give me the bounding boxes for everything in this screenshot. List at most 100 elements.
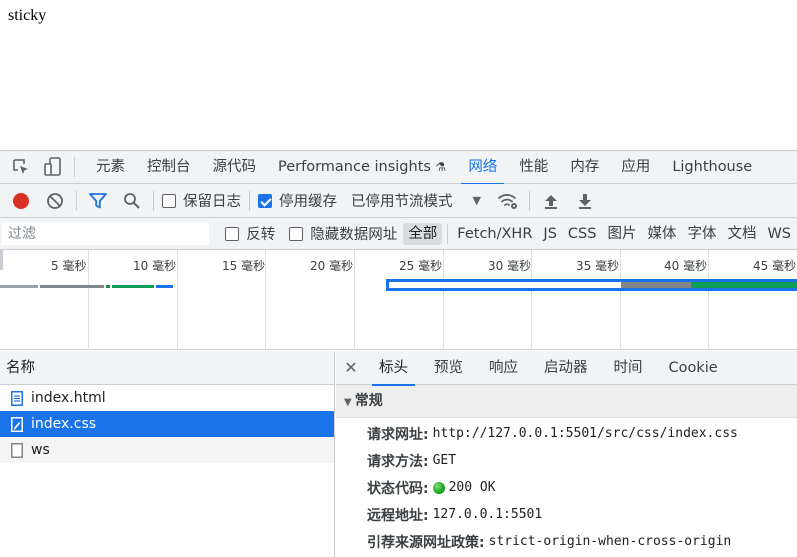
- device-toolbar-icon[interactable]: [42, 156, 64, 178]
- stylesheet-icon: [11, 416, 23, 432]
- preserve-log-label: 保留日志: [183, 194, 241, 210]
- general-section-header[interactable]: ▼ 常规: [336, 385, 797, 418]
- request-url-row: 请求网址: http://127.0.0.1:5501/src/css/inde…: [336, 420, 797, 447]
- waterfall-bar: [106, 285, 110, 288]
- divider: [76, 190, 77, 211]
- request-row-ws[interactable]: ws: [0, 437, 334, 463]
- type-filter-media[interactable]: 媒体: [642, 223, 681, 245]
- waterfall-bar: [40, 285, 104, 288]
- clear-button[interactable]: [42, 188, 68, 214]
- tab-timing[interactable]: 时间: [601, 351, 656, 385]
- tab-memory[interactable]: 内存: [559, 151, 610, 184]
- document-icon: [11, 390, 23, 406]
- record-icon: [13, 192, 29, 209]
- search-icon: [124, 192, 140, 209]
- tab-response[interactable]: 响应: [476, 351, 531, 385]
- hide-data-urls-box[interactable]: [289, 226, 304, 241]
- tab-application[interactable]: 应用: [610, 151, 661, 184]
- invert-box[interactable]: [225, 226, 240, 241]
- tick-label: 5 毫秒: [51, 259, 87, 273]
- tab-elements[interactable]: 元素: [85, 151, 136, 184]
- invert-checkbox[interactable]: 反转: [225, 223, 275, 244]
- throttling-label: 已停用节流模式: [351, 194, 453, 210]
- tick-label: 15 毫秒: [222, 259, 266, 273]
- tab-lighthouse[interactable]: Lighthouse: [661, 151, 763, 184]
- chevron-down-icon: ▼: [472, 194, 481, 207]
- details-tab-bar: ✕ 标头 预览 响应 启动器 时间 Cookie: [336, 351, 797, 386]
- hide-data-urls-checkbox[interactable]: 隐藏数据网址: [289, 223, 397, 244]
- tab-preview[interactable]: 预览: [421, 351, 476, 385]
- filter-input[interactable]: 过滤: [2, 222, 210, 245]
- type-filter-img[interactable]: 图片: [602, 223, 641, 245]
- grid-line: [443, 250, 444, 350]
- search-button[interactable]: [119, 188, 145, 214]
- tab-network[interactable]: 网络: [457, 151, 508, 185]
- tick-label: 30 毫秒: [488, 259, 532, 273]
- tab-performance-insights-label: Performance insights: [278, 158, 431, 175]
- referrer-policy-row: 引荐来源网址政策: strict-origin-when-cross-origi…: [336, 528, 797, 555]
- tick-label: 45 毫秒: [753, 259, 797, 273]
- close-icon[interactable]: ✕: [336, 358, 366, 377]
- tab-cookies[interactable]: Cookie: [656, 351, 731, 385]
- inspect-element-icon[interactable]: [10, 156, 32, 178]
- download-icon: [578, 193, 591, 209]
- type-filter-ws[interactable]: WS: [762, 223, 796, 245]
- divider: [249, 190, 250, 211]
- type-filter-css[interactable]: CSS: [563, 223, 602, 245]
- inspected-page: sticky: [0, 0, 797, 150]
- preserve-log-box[interactable]: [162, 193, 176, 208]
- tab-performance[interactable]: 性能: [508, 151, 559, 184]
- disable-cache-checkbox[interactable]: 停用缓存: [258, 190, 337, 211]
- filter-bar: 过滤 反转 隐藏数据网址 全部 Fetch/XHR JS CSS 图片 媒体 字…: [0, 218, 797, 250]
- flask-icon: ⚗: [435, 159, 447, 174]
- throttling-select[interactable]: 已停用节流模式 ▼: [351, 190, 481, 211]
- devtools-panel: 元素 控制台 源代码 Performance insights ⚗ 网络 性能 …: [0, 150, 797, 557]
- grid-line: [708, 250, 709, 350]
- divider: [74, 157, 75, 177]
- tick-label: 10 毫秒: [133, 259, 177, 273]
- disable-cache-label: 停用缓存: [279, 194, 337, 210]
- clear-icon: [47, 192, 63, 209]
- general-section-title: 常规: [354, 393, 383, 409]
- timeline-handle[interactable]: [0, 250, 3, 270]
- type-filter-all[interactable]: 全部: [403, 222, 443, 245]
- request-details: ✕ 标头 预览 响应 启动器 时间 Cookie ▼ 常规 请求网址: http:…: [336, 351, 797, 557]
- tab-initiator[interactable]: 启动器: [531, 351, 601, 385]
- blank-file-icon: [11, 442, 23, 458]
- divider: [528, 190, 530, 211]
- export-har-button[interactable]: [572, 188, 598, 214]
- grid-line: [88, 250, 89, 350]
- request-method-row: 请求方法: GET: [336, 447, 797, 474]
- disable-cache-box[interactable]: [258, 193, 272, 208]
- tab-performance-insights[interactable]: Performance insights ⚗: [267, 151, 457, 184]
- request-name: ws: [31, 442, 50, 458]
- record-button[interactable]: [8, 188, 34, 214]
- waterfall-bar: [621, 282, 691, 288]
- filter-toggle-button[interactable]: [85, 188, 111, 214]
- request-method-value: GET: [432, 453, 457, 468]
- remote-address-label: 远程地址:: [367, 507, 429, 524]
- tab-console[interactable]: 控制台: [136, 151, 202, 184]
- network-conditions-button[interactable]: [495, 188, 521, 214]
- network-toolbar: 保留日志 停用缓存 已停用节流模式 ▼: [0, 184, 797, 218]
- type-filter-js[interactable]: JS: [538, 223, 561, 245]
- type-filter-doc[interactable]: 文档: [722, 223, 761, 245]
- request-url-label: 请求网址:: [367, 426, 429, 443]
- tick-label: 20 毫秒: [310, 259, 354, 273]
- tab-headers[interactable]: 标头: [366, 351, 421, 386]
- load-range-bar: [386, 279, 797, 291]
- invert-label: 反转: [246, 227, 276, 243]
- tick-label: 25 毫秒: [399, 259, 443, 273]
- type-filter-font[interactable]: 字体: [682, 223, 721, 245]
- status-code-label: 状态代码:: [367, 480, 429, 497]
- import-har-button[interactable]: [538, 188, 564, 214]
- timeline-overview[interactable]: 5 毫秒 10 毫秒 15 毫秒 20 毫秒 25 毫秒 30 毫秒 35 毫秒…: [0, 250, 797, 350]
- name-column-header[interactable]: 名称: [0, 351, 334, 385]
- type-filter-fetch-xhr[interactable]: Fetch/XHR: [452, 223, 537, 245]
- triangle-down-icon: ▼: [344, 397, 352, 408]
- tab-sources[interactable]: 源代码: [202, 151, 268, 184]
- preserve-log-checkbox[interactable]: 保留日志: [162, 190, 241, 211]
- request-row-index-css[interactable]: index.css: [0, 411, 334, 437]
- grid-line: [265, 250, 266, 350]
- request-row-index-html[interactable]: index.html: [0, 385, 334, 411]
